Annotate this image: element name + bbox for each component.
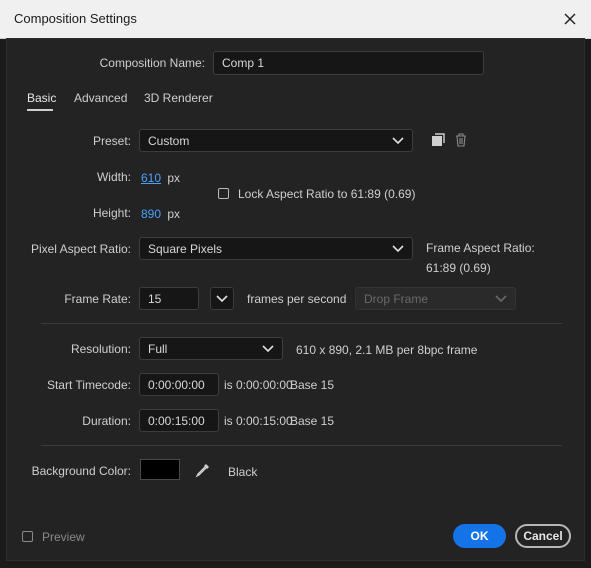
tab-basic[interactable]: Basic [27, 91, 56, 105]
frame-aspect-value: 61:89 (0.69) [426, 261, 491, 275]
chevron-down-icon [392, 244, 404, 252]
lock-aspect-label: Lock Aspect Ratio to 61:89 (0.69) [238, 187, 416, 201]
background-color-swatch[interactable] [140, 459, 180, 480]
trash-icon[interactable] [455, 133, 467, 147]
comp-name-input[interactable]: Comp 1 [213, 51, 484, 75]
chevron-down-icon [262, 344, 274, 352]
frame-rate-input[interactable]: 15 [139, 287, 199, 310]
window-title: Composition Settings [14, 11, 137, 26]
duration-label: Duration: [82, 414, 131, 428]
start-timecode-label: Start Timecode: [46, 378, 131, 392]
width-unit: px [167, 171, 181, 185]
duration-value: 0:00:15:00 [148, 413, 205, 428]
frame-rate-value: 15 [148, 291, 162, 306]
height-field[interactable]: 890 px [141, 207, 180, 221]
preset-dropdown[interactable]: Custom [139, 129, 413, 152]
frame-rate-dropdown-button[interactable] [210, 287, 234, 310]
comp-name-label: Composition Name: [99, 56, 205, 70]
chevron-down-icon [392, 136, 404, 144]
start-timecode-base: Base 15 [290, 378, 335, 392]
chevron-down-icon [495, 294, 507, 302]
pixel-aspect-dropdown[interactable]: Square Pixels [139, 237, 413, 260]
preset-label: Preset: [92, 134, 131, 148]
lock-aspect-checkbox[interactable] [218, 188, 229, 199]
resolution-info: 610 x 890, 2.1 MB per 8bpc frame [296, 343, 478, 357]
pixel-aspect-value: Square Pixels [148, 241, 223, 256]
drop-frame-dropdown[interactable]: Drop Frame [355, 287, 516, 310]
chevron-down-icon [216, 294, 228, 302]
width-label: Width: [96, 170, 131, 184]
tab-advanced[interactable]: Advanced [74, 91, 127, 105]
close-button[interactable] [559, 8, 581, 30]
resolution-value: Full [148, 341, 168, 356]
ok-button[interactable]: OK [453, 524, 506, 548]
pixel-aspect-label: Pixel Aspect Ratio: [30, 242, 131, 256]
width-field[interactable]: 610 px [141, 171, 180, 185]
start-timecode-value: 0:00:00:00 [148, 377, 205, 392]
drop-frame-value: Drop Frame [364, 291, 429, 306]
preset-value: Custom [148, 133, 190, 148]
frame-aspect-label: Frame Aspect Ratio: [426, 241, 535, 255]
dialog-body: Composition Name: Comp 1 Basic Advanced … [6, 38, 585, 561]
resolution-dropdown[interactable]: Full [139, 337, 283, 360]
preview-label: Preview [42, 530, 85, 544]
eyedropper-icon[interactable] [195, 462, 211, 478]
preview-checkbox[interactable] [22, 531, 33, 542]
title-bar: Composition Settings [0, 0, 591, 39]
height-label: Height: [92, 206, 131, 220]
separator [41, 445, 562, 446]
start-timecode-input[interactable]: 0:00:00:00 [139, 373, 219, 396]
save-preset-icon[interactable] [431, 133, 445, 147]
tab-3d-renderer[interactable]: 3D Renderer [144, 91, 213, 105]
frame-rate-label: Frame Rate: [64, 292, 131, 306]
resolution-label: Resolution: [70, 342, 131, 356]
active-tab-indicator [27, 109, 53, 111]
separator [41, 323, 562, 324]
duration-input[interactable]: 0:00:15:00 [139, 409, 219, 432]
background-color-name: Black [228, 465, 258, 479]
height-value[interactable]: 890 [141, 207, 161, 221]
cancel-button[interactable]: Cancel [515, 524, 571, 548]
duration-base: Base 15 [290, 414, 335, 428]
close-icon[interactable] [559, 8, 581, 30]
frame-rate-unit: frames per second [247, 292, 347, 306]
duration-info: is 0:00:15:00 [224, 414, 293, 428]
background-color-label: Background Color: [31, 464, 131, 478]
width-value[interactable]: 610 [141, 171, 161, 185]
comp-name-value: Comp 1 [222, 56, 265, 70]
start-timecode-info: is 0:00:00:00 [224, 378, 293, 392]
height-unit: px [167, 207, 181, 221]
